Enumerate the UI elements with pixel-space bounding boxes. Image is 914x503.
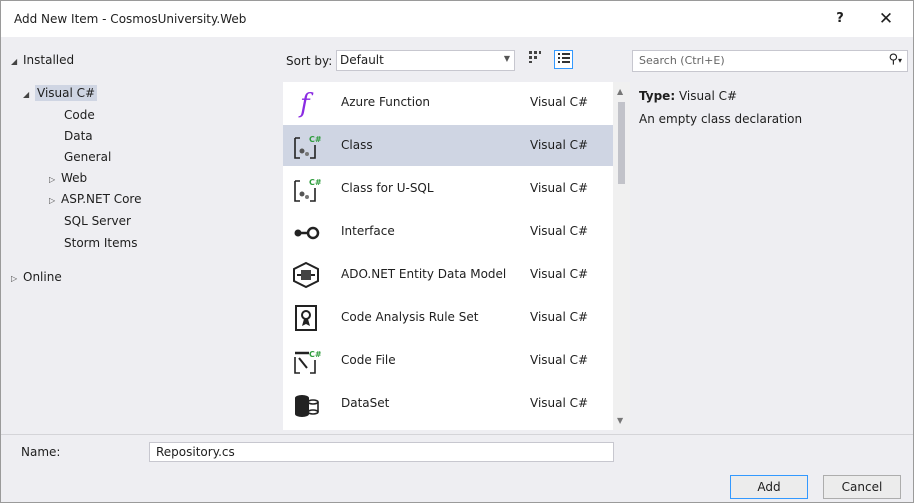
list-item-interface[interactable]: Interface Visual C#: [283, 211, 613, 252]
tree-label: ASP.NET Core: [61, 192, 142, 206]
item-language: Visual C#: [530, 95, 589, 109]
item-name: Code Analysis Rule Set: [341, 310, 479, 324]
sort-label: Sort by:: [286, 54, 333, 68]
tree-label: Visual C#: [35, 85, 98, 101]
item-language: Visual C#: [530, 310, 589, 324]
list-item-code-file[interactable]: C# Code File Visual C#: [283, 340, 613, 381]
tree-item-online[interactable]: ▷ Online: [11, 270, 62, 284]
item-name: Class for U-SQL: [341, 181, 434, 195]
details-panel: Type: Visual C# An empty class declarati…: [639, 89, 899, 126]
list-item-class-usql[interactable]: C# Class for U-SQL Visual C#: [283, 168, 613, 209]
item-name: Azure Function: [341, 95, 431, 109]
help-button[interactable]: ?: [827, 9, 853, 29]
item-language: Visual C#: [530, 396, 589, 410]
title-bar: Add New Item - CosmosUniversity.Web ? ✕: [1, 1, 913, 37]
name-field[interactable]: [149, 442, 614, 462]
close-button[interactable]: ✕: [873, 9, 899, 29]
window-title: Add New Item - CosmosUniversity.Web: [14, 12, 247, 26]
collapsed-arrow-icon: ▷: [49, 196, 56, 205]
tree-item-data[interactable]: Data: [64, 129, 93, 143]
scroll-up-icon[interactable]: ▲: [617, 87, 623, 96]
sort-value: Default: [340, 53, 384, 67]
azure-function-icon: f: [291, 88, 321, 119]
svg-text:C#: C#: [309, 350, 321, 359]
details-description: An empty class declaration: [639, 112, 803, 126]
expanded-arrow-icon: ◢: [23, 90, 30, 99]
list-scrollbar[interactable]: ▲ ▼: [613, 82, 630, 430]
item-language: Visual C#: [530, 224, 589, 238]
list-item-azure-function[interactable]: f Azure Function Visual C#: [283, 82, 613, 123]
svg-text:f: f: [298, 89, 314, 118]
item-template-list: f Azure Function Visual C# C# Class Visu…: [283, 82, 613, 430]
expanded-arrow-icon: ◢: [11, 57, 18, 66]
list-item-code-analysis-rule-set[interactable]: Code Analysis Rule Set Visual C#: [283, 297, 613, 338]
item-language: Visual C#: [530, 267, 589, 281]
search-icon[interactable]: ⚲▾: [888, 52, 902, 67]
class-icon: C#: [291, 131, 322, 161]
type-label: Type:: [639, 89, 676, 103]
list-item-class[interactable]: C# Class Visual C#: [283, 125, 613, 166]
collapsed-arrow-icon: ▷: [11, 274, 18, 283]
dataset-icon: [291, 389, 321, 419]
entity-model-icon: [291, 260, 321, 290]
interface-icon: [291, 217, 321, 247]
class-usql-icon: C#: [291, 174, 322, 204]
search-placeholder: Search (Ctrl+E): [639, 54, 725, 67]
tree-item-code[interactable]: Code: [64, 108, 95, 122]
scroll-down-icon[interactable]: ▼: [617, 416, 623, 425]
cancel-button[interactable]: Cancel: [823, 475, 901, 499]
item-language: Visual C#: [530, 181, 589, 195]
category-tree: ◢ Installed ◢ Visual C# Code Data General …: [9, 45, 277, 429]
tree-item-general[interactable]: General: [64, 150, 111, 164]
chevron-down-icon: ▼: [503, 54, 510, 63]
name-label: Name:: [21, 445, 61, 459]
item-name: DataSet: [341, 396, 390, 410]
item-language: Visual C#: [530, 353, 589, 367]
tree-item-aspnet-core[interactable]: ▷ ASP.NET Core: [49, 192, 141, 206]
tree-label: Installed: [23, 53, 75, 67]
list-item-entity-model[interactable]: ADO.NET Entity Data Model Visual C#: [283, 254, 613, 295]
add-new-item-dialog: Add New Item - CosmosUniversity.Web ? ✕ …: [0, 0, 914, 503]
tree-label: Online: [23, 270, 62, 284]
item-name: Code File: [341, 353, 396, 367]
scroll-thumb[interactable]: [618, 102, 625, 184]
sort-toolbar: Sort by: Default ▼: [286, 49, 616, 73]
details-type: Type: Visual C#: [639, 89, 899, 103]
medium-icons-view-icon[interactable]: [526, 50, 544, 68]
tree-item-visual-csharp[interactable]: ◢ Visual C#: [23, 85, 98, 101]
item-name: ADO.NET Entity Data Model: [341, 267, 507, 281]
search-input[interactable]: Search (Ctrl+E) ⚲▾: [632, 50, 908, 72]
rule-set-icon: [291, 303, 321, 333]
sort-dropdown[interactable]: Default ▼: [336, 50, 515, 71]
item-name: Class: [341, 138, 373, 152]
tree-item-sql-server[interactable]: SQL Server: [64, 214, 131, 228]
svg-text:C#: C#: [309, 178, 321, 187]
collapsed-arrow-icon: ▷: [49, 175, 56, 184]
list-item-dataset[interactable]: DataSet Visual C#: [283, 383, 613, 424]
name-bar: Name: Add Cancel: [1, 434, 913, 502]
type-value: Visual C#: [678, 89, 738, 103]
tree-label: Web: [61, 171, 88, 185]
add-button[interactable]: Add: [730, 475, 808, 499]
tree-item-installed[interactable]: ◢ Installed: [11, 53, 74, 67]
tree-item-web[interactable]: ▷ Web: [49, 171, 87, 185]
svg-text:C#: C#: [309, 135, 321, 144]
item-language: Visual C#: [530, 138, 589, 152]
list-view-icon[interactable]: [554, 50, 573, 69]
code-file-icon: C#: [291, 346, 322, 376]
item-name: Interface: [341, 224, 395, 238]
list-item-partial[interactable]: C#: [283, 426, 613, 430]
tree-item-storm-items[interactable]: Storm Items: [64, 236, 137, 250]
